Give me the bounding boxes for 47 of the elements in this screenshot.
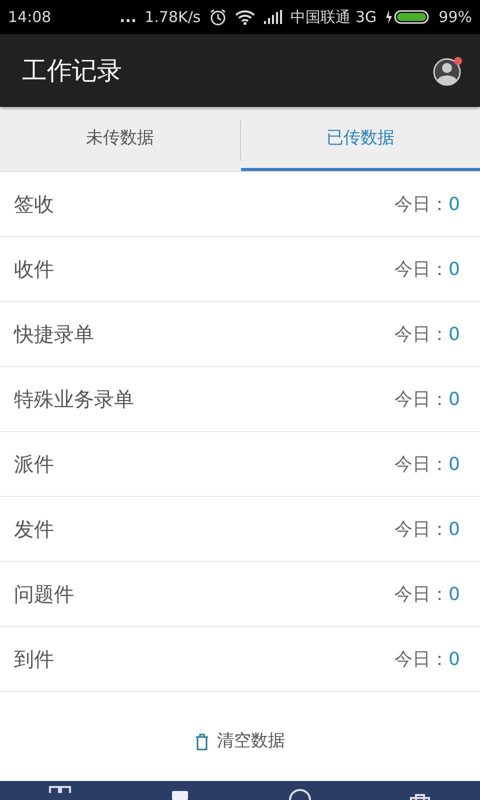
item-name: 快捷录单 <box>14 321 94 348</box>
list-item[interactable]: 快捷录单 今日：0 <box>0 302 480 367</box>
today-count: 0 <box>448 452 460 476</box>
list-item[interactable]: 发件 今日：0 <box>0 497 480 562</box>
item-name: 发件 <box>14 516 54 543</box>
today-label: 今日： <box>394 192 449 216</box>
today-count: 0 <box>448 258 460 282</box>
network-speed: 1.78K/s <box>144 6 201 28</box>
item-name: 问题件 <box>14 581 74 608</box>
today-label: 今日： <box>394 258 449 282</box>
battery-icon <box>384 9 431 25</box>
alarm-icon <box>208 8 227 26</box>
today-label: 今日： <box>394 518 449 542</box>
today-label: 今日： <box>394 648 449 672</box>
today-label: 今日： <box>394 452 449 476</box>
list-item[interactable]: 特殊业务录单 今日：0 <box>0 367 480 432</box>
carrier-name: 中国联通 3G <box>290 6 377 28</box>
tab[interactable]: 未传数据 <box>0 110 240 171</box>
page-title: 工作记录 <box>22 54 122 87</box>
today-count: 0 <box>448 518 460 542</box>
item-name: 特殊业务录单 <box>14 386 134 413</box>
clear-data-button[interactable]: 清空数据 <box>189 728 291 756</box>
today-count: 0 <box>448 582 460 606</box>
wifi-icon <box>234 9 255 25</box>
status-time: 14:08 <box>8 6 52 28</box>
item-name: 签收 <box>14 191 54 218</box>
signal-icon <box>262 10 283 24</box>
today-label: 今日： <box>394 322 449 346</box>
item-name: 到件 <box>14 646 54 673</box>
list-item[interactable]: 派件 今日：0 <box>0 432 480 497</box>
item-name: 派件 <box>14 451 54 478</box>
trash-icon <box>195 732 209 751</box>
today-count: 0 <box>448 648 460 672</box>
list-item[interactable]: 收件 今日：0 <box>0 237 480 302</box>
today-label: 今日： <box>394 388 449 412</box>
list-item[interactable]: 到件 今日：0 <box>0 627 480 692</box>
today-count: 0 <box>448 322 460 346</box>
battery-level: 99% <box>438 6 472 28</box>
tab[interactable]: 已传数据 <box>240 110 480 171</box>
list-item[interactable]: 签收 今日：0 <box>0 172 480 237</box>
item-name: 收件 <box>14 256 54 283</box>
avatar-icon[interactable] <box>432 54 464 86</box>
today-count: 0 <box>448 388 460 412</box>
status-dots: ... <box>120 6 137 28</box>
list-item[interactable]: 问题件 今日：0 <box>0 562 480 627</box>
today-label: 今日： <box>394 582 449 606</box>
today-count: 0 <box>448 192 460 216</box>
